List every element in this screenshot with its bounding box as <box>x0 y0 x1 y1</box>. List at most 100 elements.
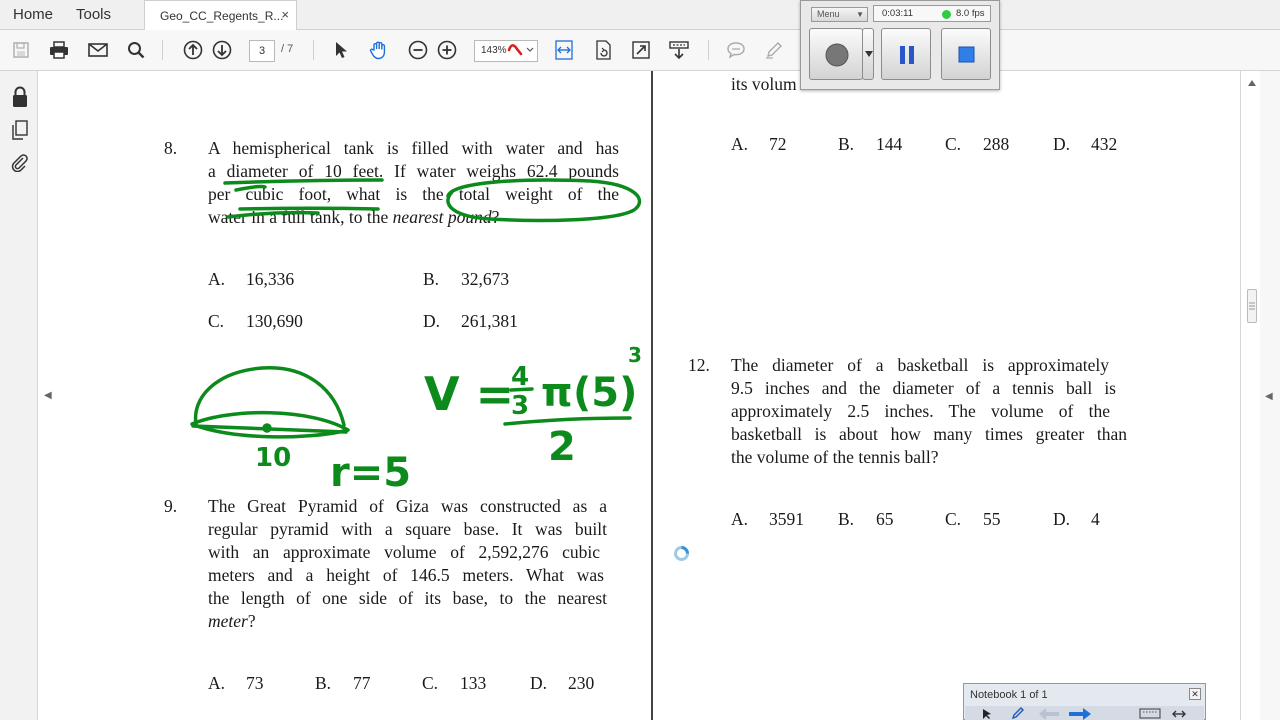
undo-arrow-icon[interactable] <box>1039 708 1059 720</box>
question-12-text: The diameter of a basketball is approxim… <box>731 354 1127 469</box>
question-line: The diameter of a basketball is approxim… <box>731 355 1109 375</box>
hand-tool-icon[interactable] <box>368 39 390 61</box>
menu-home[interactable]: Home <box>13 6 53 23</box>
notebook-title: Notebook 1 of 1 <box>970 689 1048 701</box>
email-icon[interactable] <box>87 39 109 61</box>
comment-icon[interactable] <box>725 39 747 61</box>
keyboard-icon[interactable] <box>1139 708 1161 719</box>
expand-right-panel-icon[interactable]: ◀ <box>1265 391 1273 402</box>
loading-spinner-icon <box>674 546 689 561</box>
rotate-page-icon[interactable] <box>592 39 614 61</box>
answer-option: D. 4 <box>1053 509 1100 529</box>
answer-option: A. 72 <box>731 134 787 154</box>
answer-option: B. 77 <box>315 673 371 693</box>
recording-fps: 8.0 fps <box>956 8 985 19</box>
question-line: meter? <box>208 611 256 631</box>
menu-tools[interactable]: Tools <box>76 6 111 23</box>
screen-recorder-widget: Menu ▼ 0:03:11 8.0 fps <box>800 0 1000 90</box>
stop-icon <box>958 46 975 63</box>
top-menu-bar: Home Tools Geo_CC_Regents_R... × <box>0 0 1280 30</box>
attachment-icon[interactable] <box>10 152 28 177</box>
column-divider <box>651 71 653 720</box>
question-line: with an approximate volume of 2,592,276 … <box>208 542 600 562</box>
recorder-menu-dropdown[interactable]: Menu ▼ <box>811 7 868 22</box>
pause-icon <box>900 46 914 64</box>
question-8-text: A hemispherical tank is filled with wate… <box>208 137 619 229</box>
fit-width-icon[interactable] <box>553 39 575 61</box>
question-line: a diameter of 10 feet. If water weighs 6… <box>208 161 619 181</box>
chevron-down-icon: ▼ <box>856 10 864 19</box>
full-screen-icon[interactable] <box>630 39 652 61</box>
stop-button[interactable] <box>941 28 991 80</box>
redo-arrow-icon[interactable] <box>1069 708 1091 720</box>
zoom-level-select[interactable]: 143% <box>474 40 538 62</box>
answer-option: C. 288 <box>945 134 1010 154</box>
question-line: basketball is about how many times great… <box>731 424 1127 444</box>
question-9-text: The Great Pyramid of Giza was constructe… <box>208 495 607 633</box>
pen-icon[interactable] <box>1011 707 1025 720</box>
close-icon[interactable]: ✕ <box>1189 688 1201 700</box>
left-navigation-panel <box>0 71 38 720</box>
question-line: The Great Pyramid of Giza was constructe… <box>208 496 607 516</box>
notebook-panel: Notebook 1 of 1 ✕ <box>963 683 1206 720</box>
record-icon <box>825 43 849 67</box>
answer-option: B. 65 <box>838 509 894 529</box>
question-line: water in a full tank, to the nearest pou… <box>208 207 500 227</box>
question-9-number: 9. <box>164 496 178 516</box>
question-line: 9.5 inches and the diameter of a tennis … <box>731 378 1116 398</box>
question-11-fragment: its volum <box>731 74 797 94</box>
pdf-viewer-window: Home Tools Geo_CC_Regents_R... × 3 / 7 1… <box>0 0 1280 720</box>
vertical-scrollbar[interactable] <box>1244 71 1260 720</box>
recording-status-indicator <box>942 10 951 19</box>
answer-option: C. 133 <box>422 673 487 693</box>
page-number-input[interactable]: 3 <box>249 40 275 62</box>
toolbar-divider <box>708 40 709 60</box>
pointer-icon[interactable] <box>981 708 993 720</box>
zoom-out-icon[interactable] <box>407 39 429 61</box>
collapse-left-panel-icon[interactable]: ◀ <box>44 390 52 401</box>
answer-option: D. 261,381 <box>423 311 518 331</box>
recorder-menu-label: Menu <box>817 9 840 19</box>
next-page-icon[interactable] <box>211 39 233 61</box>
close-tab-icon[interactable]: × <box>281 7 289 22</box>
scroll-up-icon[interactable] <box>1247 79 1257 87</box>
previous-page-icon[interactable] <box>182 39 204 61</box>
question-line: the volume of the tennis ball? <box>731 447 939 467</box>
scrollbar-thumb[interactable] <box>1247 289 1257 323</box>
toolbar-divider <box>162 40 163 60</box>
save-icon[interactable] <box>10 39 32 61</box>
notebook-toolbar <box>965 706 1204 720</box>
question-12-number: 12. <box>688 355 710 375</box>
pen-tool-icon[interactable] <box>763 39 785 61</box>
answer-option: D. 432 <box>1053 134 1118 154</box>
answer-option: A. 16,336 <box>208 269 295 289</box>
main-toolbar: 3 / 7 143% <box>0 30 1280 71</box>
answer-option: C. 55 <box>945 509 1001 529</box>
zoom-dropdown-icon[interactable] <box>505 41 539 61</box>
print-icon[interactable] <box>48 39 70 61</box>
resize-icon[interactable] <box>1172 709 1186 719</box>
recording-elapsed-time: 0:03:11 <box>882 8 913 19</box>
page-edge <box>1240 71 1241 720</box>
answer-option: B. 144 <box>838 134 903 154</box>
read-mode-icon[interactable] <box>668 39 690 61</box>
question-line: A hemispherical tank is filled with wate… <box>208 138 619 158</box>
answer-option: A. 3591 <box>731 509 804 529</box>
question-line: per cubic foot, what is the total weight… <box>208 184 619 204</box>
zoom-level-value: 143% <box>481 45 507 56</box>
search-icon[interactable] <box>125 39 147 61</box>
zoom-in-icon[interactable] <box>436 39 458 61</box>
question-line: regular pyramid with a square base. It w… <box>208 519 607 539</box>
lock-icon[interactable] <box>11 86 29 113</box>
record-button[interactable] <box>809 28 863 80</box>
pause-button[interactable] <box>881 28 931 80</box>
chevron-down-icon <box>865 51 873 57</box>
question-line: approximately 2.5 inches. The volume of … <box>731 401 1110 421</box>
answer-option: D. 230 <box>530 673 595 693</box>
select-cursor-icon[interactable] <box>330 39 352 61</box>
pages-icon[interactable] <box>11 120 29 145</box>
answer-option: C. 130,690 <box>208 311 303 331</box>
record-options-button[interactable] <box>862 28 874 80</box>
toolbar-divider <box>313 40 314 60</box>
document-tab[interactable]: Geo_CC_Regents_R... × <box>144 0 297 30</box>
